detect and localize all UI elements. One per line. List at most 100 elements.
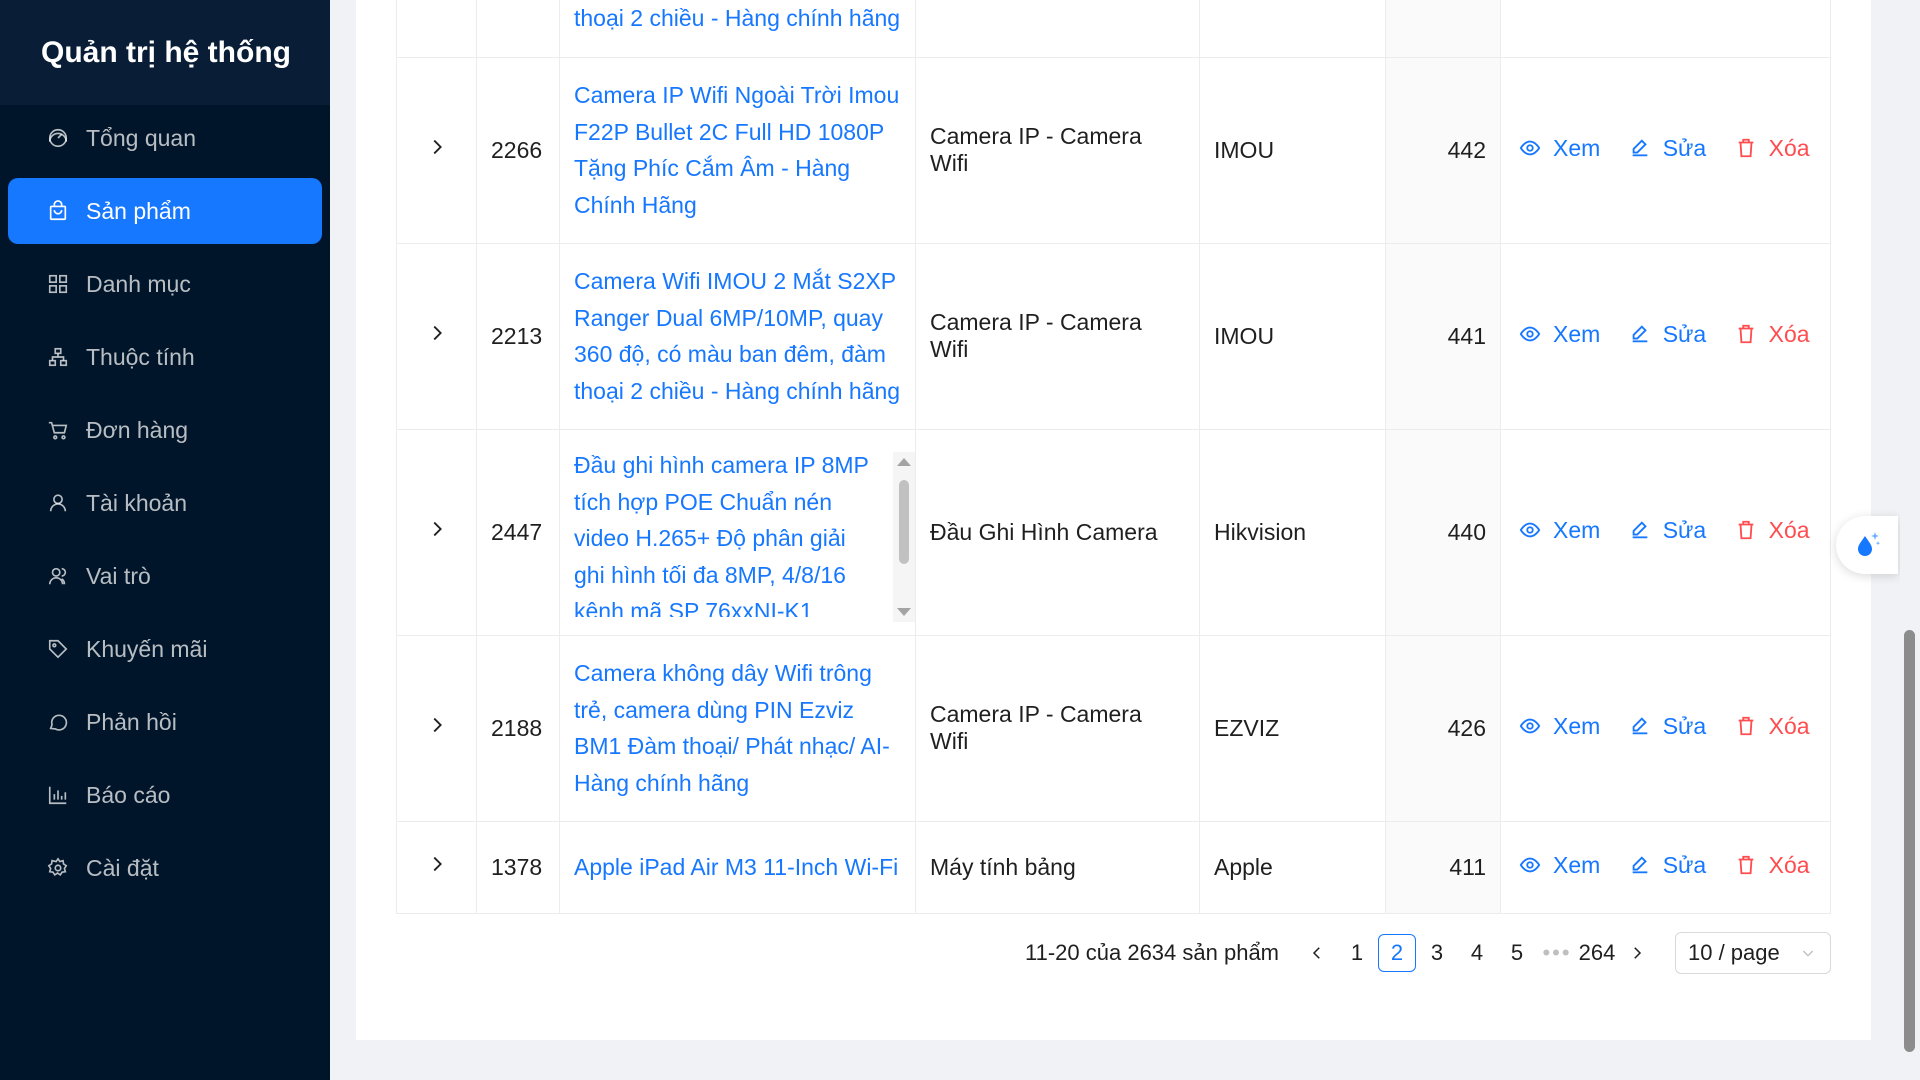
chevron-right-icon	[433, 717, 442, 733]
page-1[interactable]: 1	[1338, 934, 1376, 972]
floating-assistant-button[interactable]	[1836, 516, 1898, 574]
product-category: Camera IP - Camera Wifi	[915, 635, 1200, 822]
delete-button[interactable]: Xóa	[1735, 517, 1810, 544]
sidebar-item-thuoc-tinh[interactable]: Thuộc tính	[8, 324, 322, 390]
sidebar-item-label: Tổng quan	[86, 124, 196, 151]
delete-button[interactable]: Xóa	[1735, 713, 1810, 740]
edit-button[interactable]: Sửa	[1629, 135, 1706, 162]
product-name-link[interactable]: Camera IP Wifi Ngoài Trời Imou F22P Bull…	[574, 82, 899, 218]
expand-button[interactable]	[396, 57, 477, 244]
product-brand: Apple	[1199, 821, 1386, 914]
edit-icon	[1632, 717, 1648, 735]
view-button[interactable]: Xem	[1519, 713, 1600, 740]
edit-button[interactable]: Sửa	[1629, 517, 1706, 544]
product-name-scroll[interactable]: Đầu ghi hình camera IP 8MP tích hợp POE …	[574, 447, 901, 617]
eye-icon	[1519, 718, 1541, 734]
next-page-button[interactable]	[1618, 934, 1656, 972]
trash-icon	[1738, 521, 1753, 540]
edit-button[interactable]: Sửa	[1629, 852, 1706, 879]
sparkle-drop-icon	[1858, 532, 1881, 556]
shopping-bag-icon	[46, 199, 70, 223]
view-button[interactable]: Xem	[1519, 321, 1600, 348]
comment-icon	[46, 710, 70, 734]
expand-button[interactable]	[396, 429, 477, 636]
delete-button[interactable]: Xóa	[1735, 321, 1810, 348]
chevron-right-icon	[433, 325, 442, 341]
product-name-link[interactable]: Camera Wifi IMOU 2 Mắt S2XP Ranger Dual …	[574, 268, 900, 404]
product-count: 442	[1385, 57, 1501, 244]
sidebar-item-don-hang[interactable]: Đơn hàng	[8, 397, 322, 463]
product-name-link[interactable]: Apple iPad Air M3 11-Inch Wi-Fi	[574, 854, 898, 880]
cell-scrollbar[interactable]	[893, 451, 915, 622]
page-scrollbar[interactable]	[1900, 0, 1920, 1080]
product-id: 1378	[476, 821, 560, 914]
expand-button[interactable]	[396, 821, 477, 914]
view-button[interactable]: Xem	[1519, 517, 1600, 544]
page-scrollbar-thumb[interactable]	[1904, 630, 1915, 1052]
edit-button[interactable]: Sửa	[1629, 713, 1706, 740]
tag-icon	[46, 637, 70, 661]
sidebar-item-tong-quan[interactable]: Tổng quan	[8, 105, 322, 171]
sidebar-item-bao-cao[interactable]: Báo cáo	[8, 762, 322, 828]
product-id: 2447	[476, 429, 560, 636]
product-count: 440	[1385, 429, 1501, 636]
app-title: Quản trị hệ thống	[41, 35, 291, 69]
product-count: 441	[1385, 243, 1501, 430]
sidebar-item-phan-hoi[interactable]: Phản hồi	[8, 689, 322, 755]
jump-next-ellipsis[interactable]: •••	[1538, 934, 1576, 972]
edit-icon	[1632, 521, 1648, 539]
product-name-link[interactable]: Camera không dây Wifi trông trẻ, camera …	[574, 660, 890, 796]
table-row: 2213 Camera Wifi IMOU 2 Mắt S2XP Ranger …	[396, 243, 1831, 430]
product-category: Camera IP - Camera Wifi	[915, 57, 1200, 244]
page-3[interactable]: 3	[1418, 934, 1456, 972]
sidebar-item-vai-tro[interactable]: Vai trò	[8, 543, 322, 609]
table-row: thoại 2 chiều - Hàng chính hãng	[396, 0, 1831, 58]
sidebar-item-tai-khoan[interactable]: Tài khoản	[8, 470, 322, 536]
product-brand: EZVIZ	[1199, 635, 1386, 822]
sidebar-item-label: Phản hồi	[86, 708, 177, 735]
trash-icon	[1738, 325, 1753, 344]
sidebar-item-label: Báo cáo	[86, 781, 171, 808]
sidebar-item-label: Sản phẩm	[86, 197, 191, 224]
expand-button[interactable]	[396, 243, 477, 430]
product-category: Đầu Ghi Hình Camera	[915, 429, 1200, 636]
view-button[interactable]: Xem	[1519, 135, 1600, 162]
page-4[interactable]: 4	[1458, 934, 1496, 972]
sidebar-menu: Tổng quan Sản phẩm Danh mục Thuộc tính Đ…	[0, 105, 330, 901]
sidebar-item-label: Khuyến mãi	[86, 635, 208, 662]
eye-icon	[1519, 140, 1541, 156]
page-5[interactable]: 5	[1498, 934, 1536, 972]
product-name-link[interactable]: Đầu ghi hình camera IP 8MP tích hợp POE …	[574, 452, 869, 617]
table-row: 1378 Apple iPad Air M3 11-Inch Wi-Fi Máy…	[396, 821, 1831, 914]
sidebar-item-khuyen-mai[interactable]: Khuyến mãi	[8, 616, 322, 682]
grid-icon	[46, 272, 70, 296]
product-table: thoại 2 chiều - Hàng chính hãng 2266 Cam…	[396, 0, 1831, 914]
product-name-link[interactable]: thoại 2 chiều - Hàng chính hãng	[574, 5, 900, 31]
product-id: 2266	[476, 57, 560, 244]
expand-button[interactable]	[396, 635, 477, 822]
product-count: 411	[1385, 821, 1501, 914]
chevron-left-icon	[1312, 947, 1320, 959]
page-last[interactable]: 264	[1578, 934, 1616, 972]
sidebar-item-danh-muc[interactable]: Danh mục	[8, 251, 322, 317]
product-id: 2188	[476, 635, 560, 822]
page-2[interactable]: 2	[1378, 934, 1416, 972]
page-size-select[interactable]: 10 / page	[1675, 932, 1831, 974]
sidebar-item-cai-dat[interactable]: Cài đặt	[8, 835, 322, 901]
user-icon	[46, 491, 70, 515]
product-id: 2213	[476, 243, 560, 430]
dashboard-icon	[46, 126, 70, 150]
prev-page-button[interactable]	[1298, 934, 1336, 972]
table-row: 2188 Camera không dây Wifi trông trẻ, ca…	[396, 635, 1831, 822]
delete-button[interactable]: Xóa	[1735, 852, 1810, 879]
sidebar-item-label: Vai trò	[86, 562, 151, 589]
sidebar-item-label: Cài đặt	[86, 854, 159, 881]
edit-icon	[1632, 139, 1648, 157]
sidebar-item-san-pham[interactable]: Sản phẩm	[8, 178, 322, 244]
cart-icon	[46, 418, 70, 442]
view-button[interactable]: Xem	[1519, 852, 1600, 879]
cluster-icon	[46, 345, 70, 369]
delete-button[interactable]: Xóa	[1735, 135, 1810, 162]
edit-button[interactable]: Sửa	[1629, 321, 1706, 348]
pagination-total: 11-20 của 2634 sản phẩm	[1025, 940, 1279, 965]
